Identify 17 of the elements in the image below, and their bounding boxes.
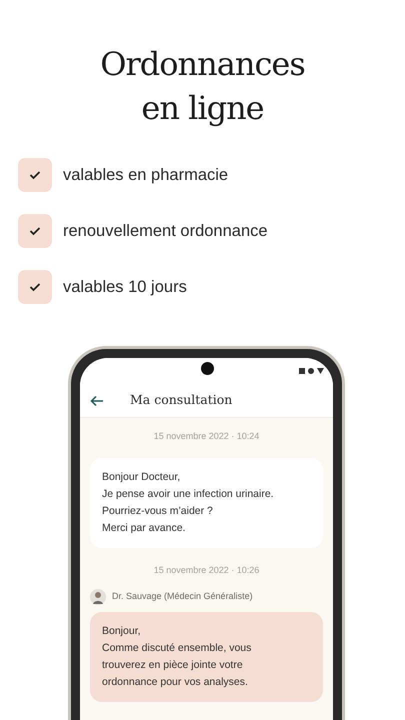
status-icons	[299, 368, 325, 374]
message-timestamp: 15 novembre 2022 · 10:24	[152, 430, 260, 443]
check-icon	[29, 226, 41, 236]
sender-name: Dr. Sauvage (Médecin Généraliste)	[112, 590, 253, 604]
screen-title: Ma consultation	[130, 391, 232, 410]
message-timestamp: 15 novembre 2022 · 10:26	[152, 564, 260, 576]
back-arrow-icon[interactable]	[90, 394, 104, 406]
avatar	[90, 589, 106, 605]
camera-icon	[200, 362, 214, 375]
check-icon	[29, 170, 41, 180]
check-icon	[29, 282, 41, 292]
feature-label: valables 10 jours	[63, 276, 187, 298]
feature-label: valables en pharmacie	[63, 164, 228, 186]
feature-label: renouvellement ordonnance	[63, 220, 268, 242]
message-bubble: Bonjour, Comme discuté ensemble, vous trouverez en pièce jointe votre ordonnance pour vos analyses.	[90, 612, 323, 702]
page-title: Ordonnances en ligne	[99, 44, 306, 129]
message-bubble: Bonjour Docteur, Je pense avoir une infection urinaire. Pourriez-vous m’aider ? Merci par avance.	[90, 458, 323, 548]
